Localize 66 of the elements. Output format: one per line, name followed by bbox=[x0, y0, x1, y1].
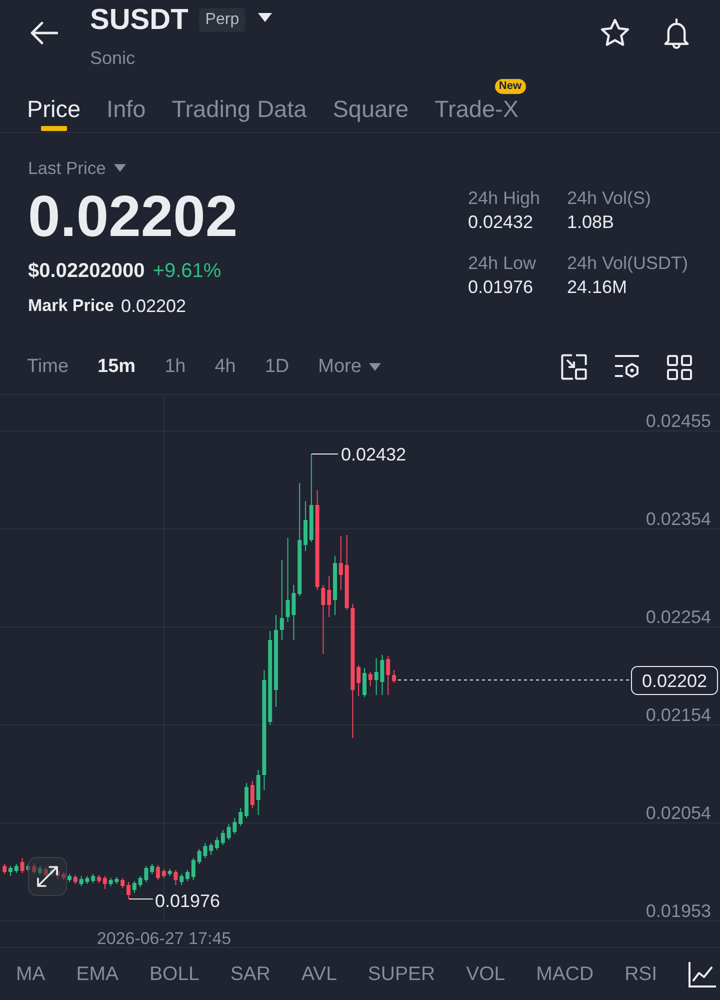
tab[interactable]: Info bbox=[106, 74, 146, 132]
interval-tab[interactable]: Time bbox=[27, 355, 69, 379]
interval-tab[interactable]: 1h bbox=[164, 355, 186, 379]
caret-icon bbox=[258, 12, 272, 22]
chart-settings-button[interactable] bbox=[614, 354, 640, 380]
favorite-button[interactable] bbox=[600, 18, 630, 49]
indicator-button[interactable]: VOL bbox=[466, 962, 506, 986]
new-badge: New bbox=[494, 79, 526, 94]
current-price-tag: 0.02202 bbox=[631, 666, 718, 695]
low-price-label: 0.01976 bbox=[155, 891, 220, 911]
low-leader-line bbox=[128, 898, 154, 900]
indicator-button[interactable]: SUPER bbox=[368, 962, 436, 986]
back-button[interactable] bbox=[30, 21, 58, 45]
stat-value: 0.01976 bbox=[468, 276, 534, 298]
grid-icon bbox=[667, 354, 692, 380]
indicator-button[interactable]: SAR bbox=[230, 962, 270, 986]
price-change: +9.61% bbox=[152, 259, 222, 283]
lines-hexagon-icon bbox=[614, 354, 640, 380]
tab[interactable]: Square bbox=[332, 74, 409, 132]
indicator-button[interactable]: MACD bbox=[536, 962, 594, 986]
caret-icon bbox=[369, 363, 382, 371]
back-arrow-icon bbox=[30, 21, 58, 45]
axis-price-label: 0.02054 bbox=[646, 803, 711, 823]
tab[interactable]: Price bbox=[27, 74, 81, 132]
stat-label: 24h Vol(USDT) bbox=[567, 252, 688, 274]
contract-type-badge: Perp bbox=[199, 8, 246, 32]
caret-icon bbox=[114, 164, 126, 172]
indicator-button[interactable]: AVL bbox=[302, 962, 337, 986]
axis-price-label: 0.02254 bbox=[646, 607, 711, 627]
pair-title: SUSDT bbox=[90, 3, 188, 37]
mark-price-label: Mark Price bbox=[28, 295, 114, 317]
stat-label: 24h Low bbox=[468, 252, 536, 274]
high-price-label: 0.02432 bbox=[341, 444, 406, 464]
indicator-button[interactable]: BOLL bbox=[150, 962, 200, 986]
stat-value: 0.02432 bbox=[468, 211, 534, 233]
chart-mode-button[interactable] bbox=[561, 354, 587, 380]
tab[interactable]: Trading Data bbox=[172, 74, 307, 132]
indicator-button[interactable]: MA bbox=[16, 962, 46, 986]
indicator-button[interactable]: RSI bbox=[624, 962, 658, 986]
interval-tab[interactable]: 4h bbox=[214, 355, 236, 379]
stat-value: 24.16M bbox=[567, 276, 628, 298]
axis-price-label: 0.02154 bbox=[646, 705, 711, 725]
indicator-settings-button[interactable] bbox=[688, 960, 718, 988]
stat-label: 24h Vol(S) bbox=[567, 187, 652, 209]
axis-price-label: 0.02455 bbox=[646, 411, 711, 431]
star-icon bbox=[600, 18, 630, 47]
usd-price: $0.02202000 bbox=[28, 259, 145, 283]
axis-price-label: 0.01953 bbox=[646, 901, 711, 921]
window-arrow-icon bbox=[561, 354, 587, 380]
interval-tab[interactable]: 15m bbox=[98, 355, 136, 379]
expand-button[interactable] bbox=[28, 857, 67, 896]
mark-price-value: 0.02202 bbox=[121, 295, 186, 317]
time-axis-label: 2026-06-27 17:45 bbox=[96, 929, 232, 947]
line-chart-icon bbox=[688, 960, 718, 988]
layout-button[interactable] bbox=[667, 354, 692, 380]
more-menu-button[interactable]: More bbox=[318, 355, 382, 379]
expand-arrows-icon bbox=[37, 866, 58, 887]
stat-label: 24h High bbox=[468, 187, 540, 209]
last-price-value: 0.02202 bbox=[28, 188, 238, 246]
indicator-button[interactable]: EMA bbox=[76, 962, 119, 986]
last-price-dropdown[interactable]: Last Price bbox=[28, 158, 126, 178]
stat-value: 1.08B bbox=[567, 211, 614, 233]
pair-dropdown-button[interactable] bbox=[258, 12, 272, 22]
pair-subtitle: Sonic bbox=[90, 47, 136, 69]
interval-tab[interactable]: 1D bbox=[264, 355, 290, 379]
axis-price-label: 0.02354 bbox=[646, 509, 711, 529]
